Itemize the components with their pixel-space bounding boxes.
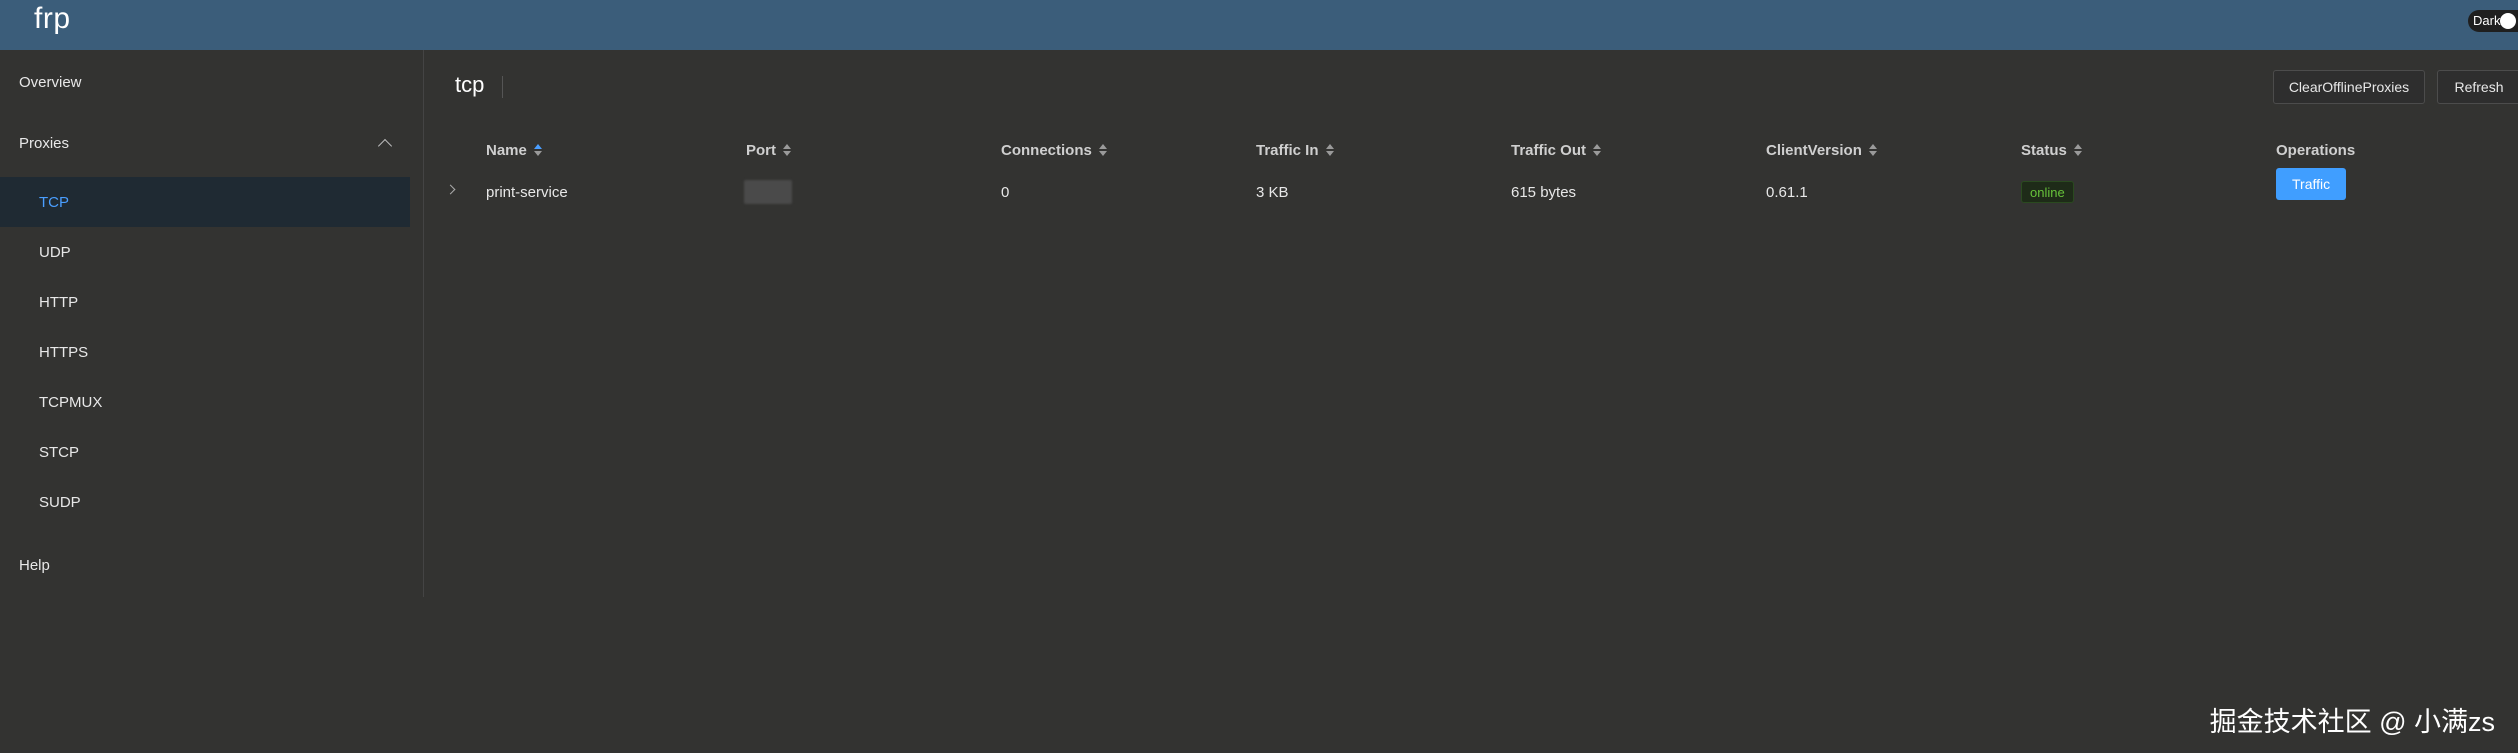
cell-name: print-service xyxy=(486,183,568,201)
sort-icon xyxy=(2073,143,2082,157)
expand-row-icon[interactable] xyxy=(445,184,456,195)
sidebar-item-tcp[interactable]: TCP xyxy=(0,177,410,227)
sidebar-item-label: HTTP xyxy=(39,293,79,311)
column-header-name[interactable]: Name xyxy=(486,130,542,170)
sort-icon xyxy=(533,143,542,157)
refresh-button[interactable]: Refresh xyxy=(2437,70,2518,104)
cell-operations: Traffic xyxy=(2276,164,2347,204)
status-badge: online xyxy=(2021,181,2074,203)
sidebar-item-label: Help xyxy=(19,556,50,574)
title-divider xyxy=(502,76,503,98)
page-title: tcp xyxy=(455,72,485,97)
sidebar-item-https[interactable]: HTTPS xyxy=(0,327,410,377)
sidebar-item-tcpmux[interactable]: TCPMUX xyxy=(0,377,410,427)
sidebar-item-stcp[interactable]: STCP xyxy=(0,427,410,477)
cell-traffic-in: 3 KB xyxy=(1256,183,1289,201)
sidebar-item-udp[interactable]: UDP xyxy=(0,227,410,277)
traffic-button[interactable]: Traffic xyxy=(2276,168,2347,200)
sidebar-item-http[interactable]: HTTP xyxy=(0,277,410,327)
app-logo[interactable]: frp xyxy=(34,2,71,36)
theme-toggle-label: Dark xyxy=(2473,13,2501,28)
sidebar: Overview Proxies TCP UDP HTTP HTTPS TCPM… xyxy=(0,50,424,597)
sidebar-item-label: TCPMUX xyxy=(39,393,103,411)
cell-traffic-out: 615 bytes xyxy=(1511,183,1577,201)
sort-icon xyxy=(783,143,791,157)
column-header-status[interactable]: Status xyxy=(2021,130,2082,170)
sidebar-item-label: UDP xyxy=(39,243,71,261)
sidebar-item-help[interactable]: Help xyxy=(0,540,410,590)
clear-offline-proxies-button[interactable]: ClearOfflineProxies xyxy=(2273,70,2425,104)
sidebar-group-proxies[interactable]: Proxies xyxy=(0,118,410,168)
redacted-port xyxy=(744,180,792,204)
table-row: print-service 0 3 KB 615 bytes 0.61.1 on… xyxy=(425,168,2518,212)
table-header: Name Port Connections Traffic In Traffic… xyxy=(425,130,2518,170)
sidebar-item-label: SUDP xyxy=(39,493,81,511)
top-header: frp Dark xyxy=(0,0,2518,50)
sidebar-item-label: STCP xyxy=(39,443,80,461)
sidebar-item-label: TCP xyxy=(39,193,69,211)
sidebar-item-label: Proxies xyxy=(19,134,70,152)
sidebar-item-sudp[interactable]: SUDP xyxy=(0,477,410,527)
watermark: 掘金技术社区 @ 小满zs xyxy=(2209,707,2495,737)
column-header-connections[interactable]: Connections xyxy=(1001,130,1107,170)
cell-status: online xyxy=(2021,172,2074,212)
cell-port xyxy=(744,172,792,212)
chevron-up-icon xyxy=(377,138,393,154)
theme-toggle[interactable]: Dark xyxy=(2468,10,2518,32)
cell-connections: 0 xyxy=(1001,183,1010,201)
sort-icon xyxy=(1325,143,1334,157)
column-header-traffic-in[interactable]: Traffic In xyxy=(1256,130,1334,170)
main-content: tcp ClearOfflineProxies Refresh Name Por… xyxy=(425,50,2518,753)
sidebar-item-label: Overview xyxy=(19,73,82,91)
column-header-port[interactable]: Port xyxy=(746,130,791,170)
column-header-client-version[interactable]: ClientVersion xyxy=(1766,130,1877,170)
sort-icon xyxy=(1868,143,1877,157)
cell-client-version: 0.61.1 xyxy=(1766,183,1808,201)
sidebar-item-label: HTTPS xyxy=(39,343,89,361)
sort-icon xyxy=(1593,143,1602,157)
sidebar-item-overview[interactable]: Overview xyxy=(0,57,410,107)
column-header-traffic-out[interactable]: Traffic Out xyxy=(1511,130,1602,170)
toggle-knob xyxy=(2500,13,2516,29)
sort-icon xyxy=(1098,143,1107,157)
